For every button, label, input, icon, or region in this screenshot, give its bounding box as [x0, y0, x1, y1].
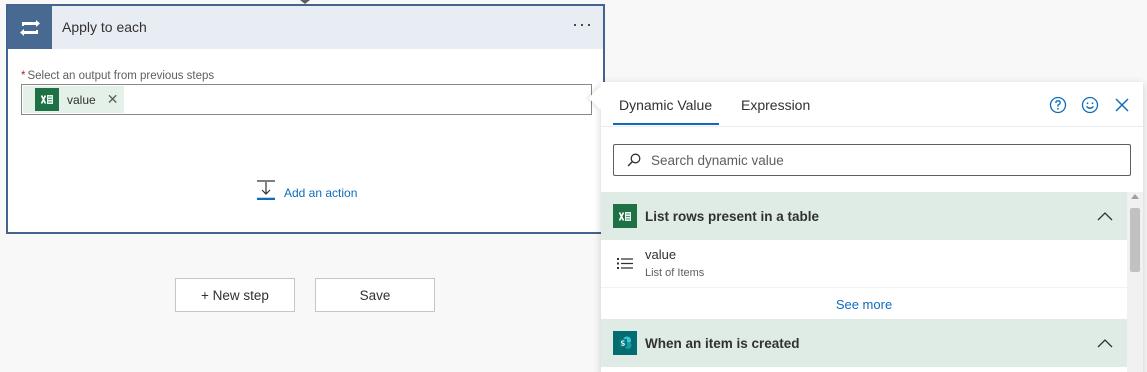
output-field[interactable]: value ✕	[21, 84, 592, 115]
item-name: value	[645, 247, 677, 262]
smiley-feedback-icon[interactable]	[1079, 94, 1101, 116]
sharepoint-icon	[613, 331, 637, 355]
required-mark: *	[21, 70, 26, 82]
search-placeholder: Search dynamic value	[651, 152, 784, 168]
list-icon	[617, 257, 633, 275]
search-dynamic-value-input[interactable]: Search dynamic value	[613, 144, 1131, 176]
save-button[interactable]: Save	[315, 278, 435, 312]
group-title: When an item is created	[645, 335, 800, 351]
group-header-list-rows[interactable]: List rows present in a table	[601, 192, 1127, 240]
card-title: Apply to each	[62, 19, 147, 35]
add-an-action-button[interactable]: Add an action	[256, 180, 357, 205]
remove-token-icon[interactable]: ✕	[107, 91, 119, 108]
card-header[interactable]: Apply to each ···	[8, 6, 603, 49]
item-description: List of Items	[645, 267, 705, 279]
chevron-up-icon[interactable]	[1097, 335, 1113, 353]
help-icon[interactable]	[1047, 94, 1069, 116]
close-icon[interactable]	[1111, 94, 1133, 116]
add-action-icon	[256, 180, 276, 205]
tab-dynamic-value[interactable]: Dynamic Value	[619, 97, 712, 113]
more-options-button[interactable]: ···	[572, 14, 593, 35]
add-action-label: Add an action	[284, 185, 358, 200]
tab-divider	[601, 126, 1143, 127]
token-label: value	[67, 92, 96, 107]
group-header-item-created[interactable]: When an item is created	[601, 319, 1127, 367]
panel-tabs: Dynamic Value Expression	[601, 82, 1143, 126]
tab-expression[interactable]: Expression	[741, 97, 810, 113]
scroll-up-arrow-icon[interactable]	[1131, 194, 1139, 199]
chevron-up-icon[interactable]	[1097, 208, 1113, 226]
loop-icon	[8, 6, 52, 49]
value-token[interactable]: value ✕	[23, 86, 124, 113]
active-tab-indicator	[613, 123, 719, 125]
field-label: * Select an output from previous steps	[21, 70, 214, 82]
list-item[interactable]: value List of Items	[601, 240, 1127, 288]
scrollbar[interactable]	[1127, 192, 1143, 372]
group-title: List rows present in a table	[645, 208, 820, 224]
excel-icon	[613, 204, 637, 228]
excel-icon	[35, 88, 59, 111]
new-step-button[interactable]: + New step	[175, 278, 295, 312]
dynamic-content-panel: Dynamic Value Expression Search dynamic …	[588, 82, 1143, 372]
field-label-text: Select an output from previous steps	[27, 70, 215, 82]
scroll-thumb[interactable]	[1130, 208, 1140, 272]
apply-to-each-card: Apply to each ··· * Select an output from…	[6, 4, 605, 234]
search-icon	[627, 153, 641, 167]
see-more-link[interactable]: See more	[601, 289, 1127, 319]
dynamic-content-list: List rows present in a table value List …	[601, 192, 1127, 372]
